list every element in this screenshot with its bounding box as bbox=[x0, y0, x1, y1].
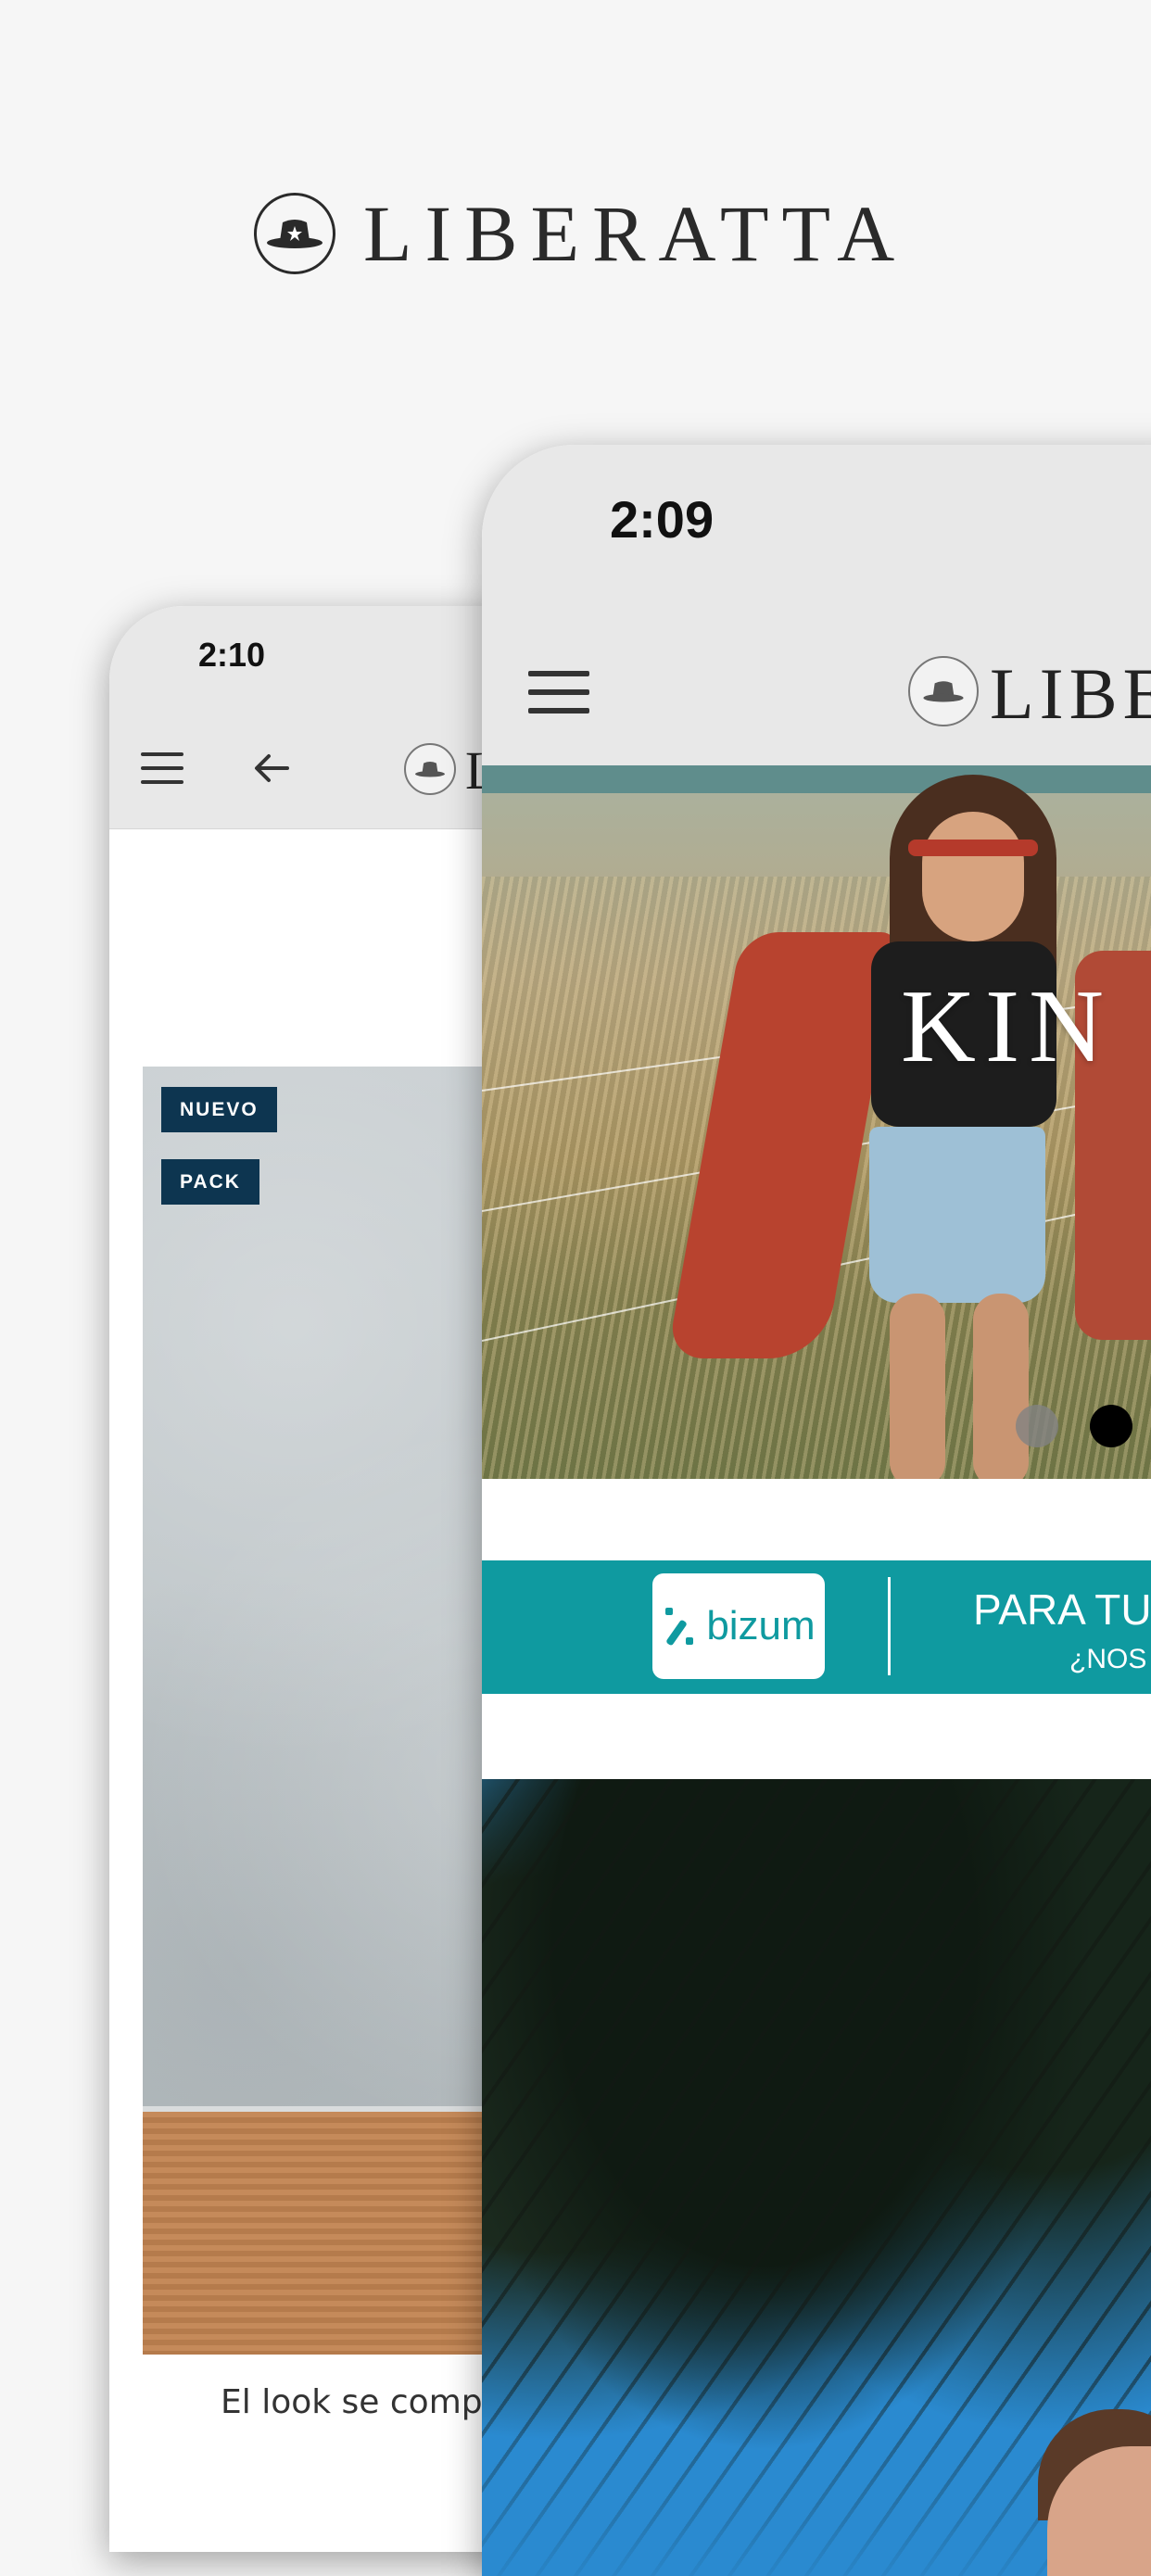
hero-title: KIN bbox=[901, 969, 1114, 1084]
nav-brand-name: LIBE bbox=[990, 653, 1151, 734]
hero-banner[interactable]: KIN bbox=[482, 765, 1151, 1479]
status-time: 2:10 bbox=[198, 636, 266, 674]
bizum-banner[interactable]: bizum PARA TU ¿NOS bbox=[482, 1560, 1151, 1694]
carousel-dot-1[interactable] bbox=[1016, 1405, 1058, 1447]
bizum-logo-text: bizum bbox=[706, 1603, 816, 1648]
bizum-icon bbox=[665, 1608, 694, 1646]
banner-line-2: ¿NOS bbox=[1069, 1644, 1147, 1674]
brand-header: LIBERATTA bbox=[254, 193, 907, 274]
banner-line-1: PARA TU bbox=[973, 1585, 1151, 1634]
status-bar: 2:09 bbox=[482, 445, 1151, 617]
status-time: 2:09 bbox=[610, 490, 715, 549]
carousel-dot-2-active[interactable] bbox=[1090, 1405, 1132, 1447]
hat-logo-icon[interactable] bbox=[404, 743, 456, 795]
brand-name: LIBERATTA bbox=[363, 189, 908, 278]
badge-pack: PACK bbox=[161, 1159, 259, 1205]
bizum-logo: bizum bbox=[652, 1573, 825, 1679]
arrow-left-icon[interactable] bbox=[248, 745, 295, 791]
hamburger-menu-icon[interactable] bbox=[528, 671, 589, 713]
product-caption: El look se compor bbox=[221, 2383, 517, 2421]
banner-divider bbox=[888, 1577, 891, 1675]
front-phone-screen: 2:09 LIBE KIN bizum PARA TU ¿NOS bbox=[482, 445, 1151, 2576]
hamburger-menu-icon[interactable] bbox=[141, 752, 183, 784]
nav-bar: LIBE bbox=[482, 617, 1151, 765]
lifestyle-photo[interactable] bbox=[482, 1779, 1151, 2576]
hat-logo-icon[interactable] bbox=[908, 656, 979, 726]
hat-star-icon bbox=[254, 193, 335, 274]
badge-new: NUEVO bbox=[161, 1087, 277, 1132]
